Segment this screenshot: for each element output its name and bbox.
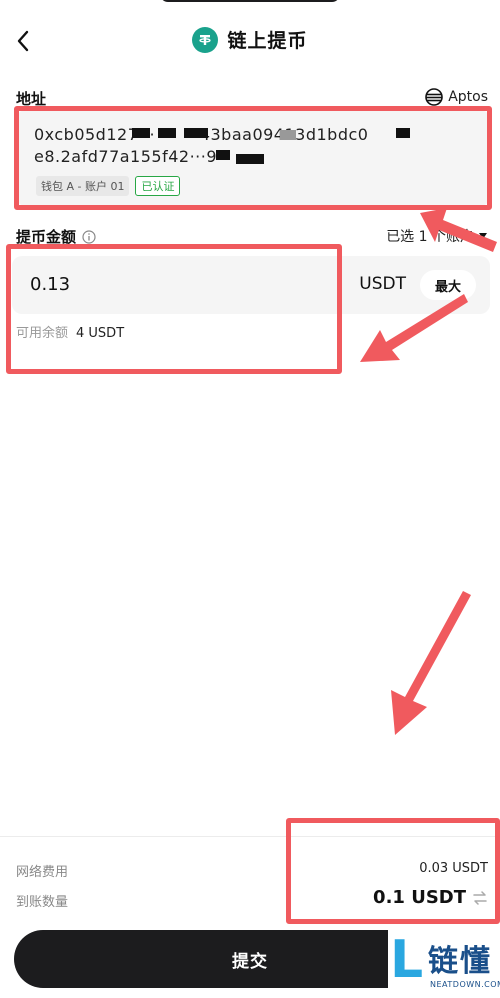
info-icon[interactable] [82, 229, 96, 244]
account-selector[interactable]: 已选 1 个账户 [386, 226, 488, 246]
redaction-block [158, 128, 176, 138]
address-field[interactable]: 0xcb05d127··· ··· ···43baa09413d1bdc0 e8… [16, 110, 490, 206]
amount-field[interactable]: 0.13 USDT 最大 [12, 256, 490, 314]
divider [0, 836, 500, 837]
received-label: 到账数量 [16, 895, 69, 910]
tether-icon [192, 26, 219, 53]
available-value: 4 USDT [76, 326, 125, 341]
watermark-cn: 链懂 [428, 944, 492, 979]
account-selector-label: 已选 1 个账户 [386, 229, 474, 245]
top-notch [160, 0, 340, 2]
redaction-block [184, 128, 208, 138]
redaction-block [236, 154, 264, 164]
network-name: Aptos [448, 89, 488, 105]
address-tags: 钱包 A - 账户 01 已认证 [36, 176, 181, 196]
aptos-icon [425, 88, 443, 106]
network-selector[interactable]: Aptos [425, 88, 488, 106]
received-value: 0.1 USDT [373, 887, 466, 908]
title-group: 链上提币 [0, 26, 500, 53]
amount-unit: USDT [359, 274, 406, 294]
page-title: 链上提币 [227, 30, 308, 52]
address-label: 地址 [16, 90, 47, 108]
swap-icon[interactable] [472, 890, 488, 905]
amount-label-row: 提币金额 [16, 226, 96, 247]
redaction-block [132, 128, 150, 138]
annotation-arrow [391, 591, 471, 735]
header: 链上提币 [0, 18, 500, 64]
caret-down-icon [479, 233, 487, 239]
fee-label: 网络费用 [16, 865, 69, 880]
redaction-block [216, 150, 230, 160]
available-balance: 可用余额 4 USDT [16, 322, 124, 341]
watermark-letter: L [390, 930, 424, 990]
redaction-block [280, 130, 296, 140]
watermark-logo: L 链懂 NEATDOWN.COM [388, 930, 500, 998]
available-label: 可用余额 [16, 326, 69, 341]
amount-input[interactable]: 0.13 [30, 274, 70, 295]
fee-value: 0.03 USDT [419, 861, 488, 876]
redaction-block [396, 128, 410, 138]
amount-label: 提币金额 [16, 228, 77, 246]
received-amount: 0.1 USDT [373, 887, 488, 908]
wallet-tag: 钱包 A - 账户 01 [36, 176, 130, 196]
verified-badge: 已认证 [135, 176, 181, 196]
watermark-en: NEATDOWN.COM [430, 980, 500, 989]
max-button[interactable]: 最大 [420, 270, 476, 300]
